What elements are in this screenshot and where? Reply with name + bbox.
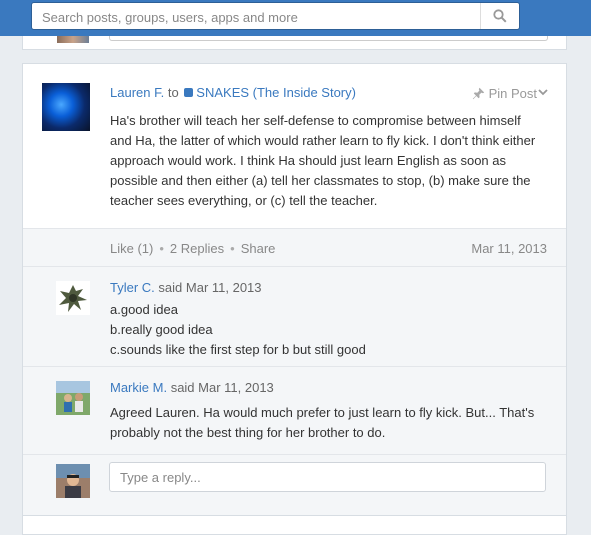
search-button[interactable]	[480, 3, 519, 29]
pin-icon	[472, 87, 484, 100]
post-footer: Like (1) • 2 Replies • Share Mar 11, 2013	[23, 228, 566, 267]
avatar	[57, 36, 89, 43]
top-bar	[0, 0, 591, 36]
post-body: Ha's brother will teach her self-defense…	[110, 113, 536, 208]
like-button[interactable]: Like (1)	[110, 241, 153, 256]
reply-header: Markie M. said Mar 11, 2013	[110, 380, 274, 395]
reply-line: probably not the best thing for her brot…	[110, 425, 386, 440]
post-to-word: to	[167, 85, 179, 100]
reply-author-link[interactable]: Tyler C.	[110, 280, 155, 295]
avatar[interactable]	[42, 83, 90, 131]
reply-input[interactable]	[109, 462, 546, 492]
reply-line: c.sounds like the first step for b but s…	[110, 342, 366, 357]
search-input[interactable]	[40, 3, 484, 31]
reply-header: Tyler C. said Mar 11, 2013	[110, 280, 262, 295]
reply-date: said Mar 11, 2013	[158, 280, 262, 295]
avatar[interactable]	[56, 281, 90, 315]
post-card: Lauren F. to SNAKES (The Inside Story) P…	[22, 63, 567, 515]
pin-post-button[interactable]: Pin Post	[472, 86, 537, 101]
avatar[interactable]	[56, 381, 90, 415]
previous-post-card	[22, 36, 567, 50]
chevron-down-icon[interactable]	[538, 88, 548, 96]
share-button[interactable]: Share	[241, 241, 276, 256]
post-group-link[interactable]: SNAKES (The Inside Story)	[196, 85, 356, 100]
search-icon	[493, 9, 507, 23]
reply-line: b.really good idea	[110, 322, 213, 337]
post-author-link[interactable]: Lauren F.	[110, 85, 164, 100]
replies-button[interactable]: 2 Replies	[170, 241, 224, 256]
post-header: Lauren F. to SNAKES (The Inside Story)	[110, 85, 356, 100]
reply-item: Markie M. said Mar 11, 2013 Agreed Laure…	[23, 367, 566, 455]
separator-dot: •	[159, 241, 164, 256]
reply-line: a.good idea	[110, 302, 178, 317]
post-actions: Like (1) • 2 Replies • Share	[110, 241, 275, 256]
avatar	[56, 464, 90, 498]
search-box	[31, 2, 520, 31]
reply-body: a.good idea b.really good idea c.sounds …	[110, 300, 366, 360]
next-post-card	[22, 515, 567, 535]
reply-author-link[interactable]: Markie M.	[110, 380, 167, 395]
reply-input-previous[interactable]	[109, 36, 548, 41]
reply-composer	[23, 455, 566, 515]
pin-post-label: Pin Post	[488, 86, 537, 101]
post-date[interactable]: Mar 11, 2013	[471, 241, 547, 256]
reply-line: Agreed Lauren. Ha would much prefer to j…	[110, 405, 535, 420]
reply-date: said Mar 11, 2013	[170, 380, 274, 395]
group-icon	[184, 88, 194, 97]
separator-dot: •	[230, 241, 235, 256]
reply-item: Tyler C. said Mar 11, 2013 a.good idea b…	[23, 267, 566, 367]
reply-body: Agreed Lauren. Ha would much prefer to j…	[110, 403, 534, 443]
